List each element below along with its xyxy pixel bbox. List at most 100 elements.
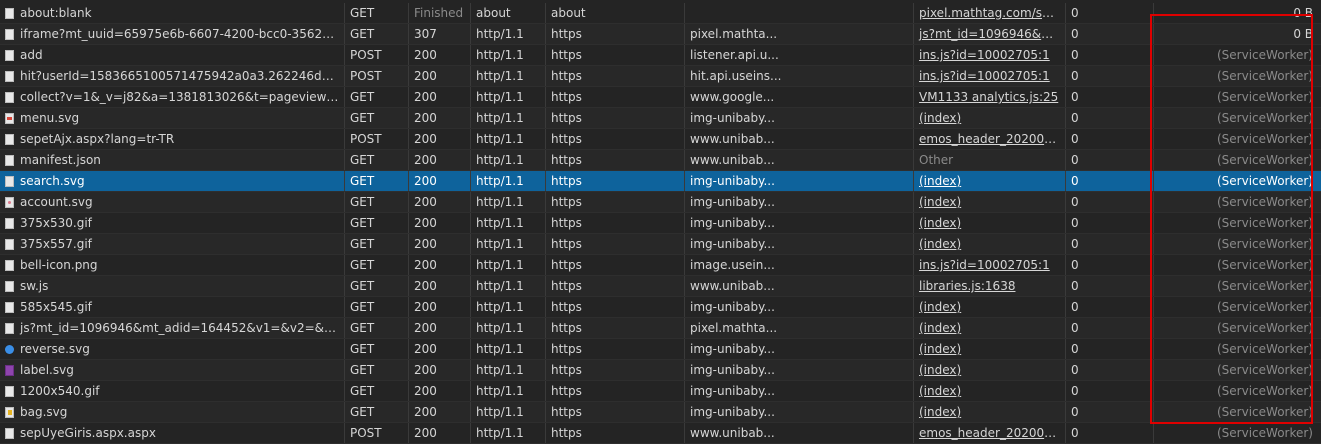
request-scheme: https bbox=[546, 66, 685, 86]
request-initiator[interactable]: (index) bbox=[914, 318, 1066, 338]
request-initiator[interactable]: (index) bbox=[914, 192, 1066, 212]
request-time: (ServiceWorker) bbox=[1217, 300, 1313, 314]
request-initiator[interactable]: (index) bbox=[914, 171, 1066, 191]
request-initiator[interactable]: pixel.mathtag.com/sync... bbox=[914, 3, 1066, 23]
request-initiator[interactable]: libraries.js:1638 bbox=[914, 276, 1066, 296]
request-name: about:blank bbox=[0, 3, 345, 23]
request-name: bell-icon.png bbox=[0, 255, 345, 275]
request-name: 1200x540.gif bbox=[0, 381, 345, 401]
request-scheme: about bbox=[546, 3, 685, 23]
request-size: 0 bbox=[1066, 339, 1154, 359]
request-scheme: https bbox=[546, 192, 685, 212]
table-row[interactable]: 585x545.gif GET 200 http/1.1 https img-unibab… bbox=[0, 297, 1321, 318]
table-row[interactable]: account.svg GET 200 http/1.1 https img-unibab… bbox=[0, 192, 1321, 213]
request-scheme: https bbox=[546, 402, 685, 422]
request-protocol: http/1.1 bbox=[471, 108, 546, 128]
request-protocol: http/1.1 bbox=[471, 213, 546, 233]
request-domain bbox=[685, 3, 914, 23]
request-initiator[interactable]: (index) bbox=[914, 402, 1066, 422]
request-name: label.svg bbox=[0, 360, 345, 380]
request-scheme: https bbox=[546, 45, 685, 65]
request-initiator[interactable]: ins.js?id=10002705:1 bbox=[914, 255, 1066, 275]
table-row[interactable]: menu.svg GET 200 http/1.1 https img-unibaby..… bbox=[0, 108, 1321, 129]
table-row[interactable]: iframe?mt_uuid=65975e6b-6607-4200-bcc0-3… bbox=[0, 24, 1321, 45]
request-status: 200 bbox=[409, 339, 471, 359]
request-initiator[interactable]: ins.js?id=10002705:1 bbox=[914, 45, 1066, 65]
request-time: (ServiceWorker) bbox=[1217, 237, 1313, 251]
request-initiator[interactable]: ins.js?id=10002705:1 bbox=[914, 66, 1066, 86]
request-initiator[interactable]: (index) bbox=[914, 339, 1066, 359]
table-row[interactable]: about:blank GET Finished about about pixel.ma… bbox=[0, 3, 1321, 24]
table-row[interactable]: sepUyeGiris.aspx.aspx POST 200 http/1.1 http… bbox=[0, 423, 1321, 444]
table-row[interactable]: add POST 200 http/1.1 https listener.api.u...… bbox=[0, 45, 1321, 66]
table-row[interactable]: reverse.svg GET 200 http/1.1 https img-unibab… bbox=[0, 339, 1321, 360]
table-row[interactable]: sepetAjx.aspx?lang=tr-TR POST 200 http/1.1 h… bbox=[0, 129, 1321, 150]
request-protocol: http/1.1 bbox=[471, 276, 546, 296]
table-row[interactable]: bag.svg GET 200 http/1.1 https img-unibaby...… bbox=[0, 402, 1321, 423]
request-domain: img-unibaby... bbox=[685, 108, 914, 128]
request-initiator[interactable]: emos_header_2020043... bbox=[914, 129, 1066, 149]
request-initiator[interactable]: (index) bbox=[914, 360, 1066, 380]
request-name: hit?userId=1583665100571475942a0a3.26224… bbox=[0, 66, 345, 86]
request-protocol: http/1.1 bbox=[471, 381, 546, 401]
table-row[interactable]: hit?userId=1583665100571475942a0a3.26224… bbox=[0, 66, 1321, 87]
request-initiator[interactable]: (index) bbox=[914, 234, 1066, 254]
request-scheme: https bbox=[546, 24, 685, 44]
request-method: GET bbox=[345, 255, 409, 275]
request-name: sw.js bbox=[0, 276, 345, 296]
request-initiator[interactable]: (index) bbox=[914, 381, 1066, 401]
table-row[interactable]: js?mt_id=1096946&mt_adid=164452&v1=&v2=&… bbox=[0, 318, 1321, 339]
table-row[interactable]: label.svg GET 200 http/1.1 https img-unibaby.… bbox=[0, 360, 1321, 381]
request-status: 200 bbox=[409, 87, 471, 107]
request-time: (ServiceWorker) bbox=[1217, 195, 1313, 209]
request-protocol: http/1.1 bbox=[471, 24, 546, 44]
request-initiator[interactable]: emos_header_2020043... bbox=[914, 423, 1066, 443]
request-time: 0 B bbox=[1293, 27, 1313, 41]
request-status: 307 bbox=[409, 24, 471, 44]
request-initiator[interactable]: Other bbox=[914, 150, 1066, 170]
request-scheme: https bbox=[546, 381, 685, 401]
request-size: 0 bbox=[1066, 213, 1154, 233]
request-status: 200 bbox=[409, 423, 471, 443]
request-domain: img-unibaby... bbox=[685, 171, 914, 191]
request-domain: listener.api.u... bbox=[685, 45, 914, 65]
table-row[interactable]: collect?v=1&_v=j82&a=1381813026&t=pagevi… bbox=[0, 87, 1321, 108]
request-status: 200 bbox=[409, 402, 471, 422]
request-status: 200 bbox=[409, 297, 471, 317]
request-status: 200 bbox=[409, 171, 471, 191]
request-time: (ServiceWorker) bbox=[1217, 216, 1313, 230]
request-domain: pixel.mathta... bbox=[685, 24, 914, 44]
request-scheme: https bbox=[546, 108, 685, 128]
request-name: sepetAjx.aspx?lang=tr-TR bbox=[0, 129, 345, 149]
table-row[interactable]: manifest.json GET 200 http/1.1 https www.unib… bbox=[0, 150, 1321, 171]
request-scheme: https bbox=[546, 213, 685, 233]
request-method: GET bbox=[345, 171, 409, 191]
request-time: (ServiceWorker) bbox=[1217, 405, 1313, 419]
request-size: 0 bbox=[1066, 3, 1154, 23]
table-row[interactable]: 375x530.gif GET 200 http/1.1 https img-unibab… bbox=[0, 213, 1321, 234]
request-size: 0 bbox=[1066, 45, 1154, 65]
request-scheme: https bbox=[546, 318, 685, 338]
request-time: (ServiceWorker) bbox=[1217, 321, 1313, 335]
request-method: POST bbox=[345, 423, 409, 443]
request-time: (ServiceWorker) bbox=[1217, 363, 1313, 377]
request-name: iframe?mt_uuid=65975e6b-6607-4200-bcc0-3… bbox=[0, 24, 345, 44]
request-status: 200 bbox=[409, 276, 471, 296]
request-initiator[interactable]: (index) bbox=[914, 297, 1066, 317]
request-initiator[interactable]: (index) bbox=[914, 213, 1066, 233]
table-row[interactable]: search.svg GET 200 http/1.1 https img-unibaby… bbox=[0, 171, 1321, 192]
table-row[interactable]: 375x557.gif GET 200 http/1.1 https img-unibab… bbox=[0, 234, 1321, 255]
table-row[interactable]: sw.js GET 200 http/1.1 https www.unibab... lib… bbox=[0, 276, 1321, 297]
request-initiator[interactable]: VM1133 analytics.js:25 bbox=[914, 87, 1066, 107]
request-domain: img-unibaby... bbox=[685, 381, 914, 401]
request-method: GET bbox=[345, 234, 409, 254]
request-domain: pixel.mathta... bbox=[685, 318, 914, 338]
request-initiator[interactable]: (index) bbox=[914, 108, 1066, 128]
request-method: GET bbox=[345, 87, 409, 107]
request-scheme: https bbox=[546, 339, 685, 359]
table-row[interactable]: bell-icon.png GET 200 http/1.1 https image.us… bbox=[0, 255, 1321, 276]
request-method: GET bbox=[345, 192, 409, 212]
request-initiator[interactable]: js?mt_id=1096946&mt_... bbox=[914, 24, 1066, 44]
table-row[interactable]: 1200x540.gif GET 200 http/1.1 https img-uniba… bbox=[0, 381, 1321, 402]
request-method: GET bbox=[345, 381, 409, 401]
